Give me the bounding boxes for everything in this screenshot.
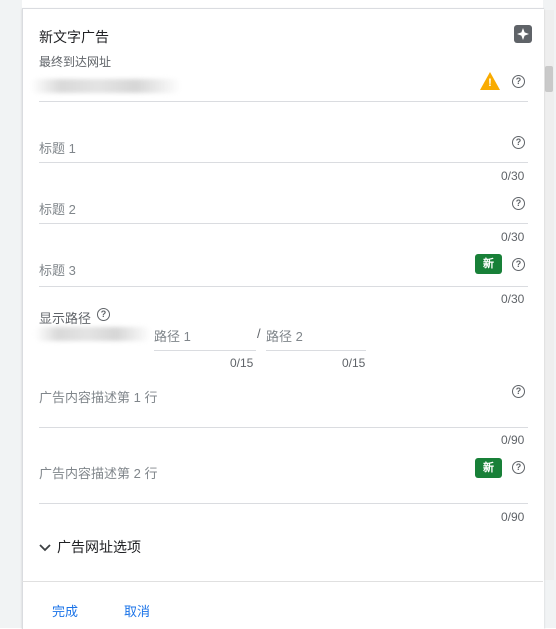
path1-input[interactable]: 路径 1 [154,326,191,345]
footer-divider [22,581,543,582]
path-separator: / [257,326,261,341]
path1-underline [154,350,256,351]
headline2-underline [39,223,528,224]
divider [39,101,528,102]
headline2-counter: 0/30 [501,230,525,244]
final-url-value-redacted[interactable] [31,79,181,93]
headline1-underline [39,162,528,163]
new-badge: 新 [475,458,502,478]
warning-icon: ! [479,71,501,91]
sparkle-icon[interactable] [514,25,532,43]
path2-input[interactable]: 路径 2 [266,326,303,345]
left-gutter [0,0,22,628]
path1-counter: 0/15 [230,356,254,370]
help-icon[interactable]: ? [512,461,525,474]
help-icon[interactable]: ? [97,308,110,321]
headline3-label[interactable]: 标题 3 [39,260,76,279]
scrollbar-thumb[interactable] [545,66,553,92]
done-button[interactable]: 完成 [52,601,78,620]
help-icon[interactable]: ? [512,197,525,210]
warning-glyph: ! [488,77,492,89]
cancel-button[interactable]: 取消 [124,601,150,620]
final-url-label: 最终到达网址 [39,55,112,69]
chevron-down-icon [39,544,51,552]
headline1-counter: 0/30 [501,169,525,183]
card-title: 新文字广告 [39,29,109,45]
help-icon[interactable]: ? [512,136,525,149]
url-options-expander[interactable]: 广告网址选项 [39,537,141,557]
display-domain-redacted [35,327,151,341]
headline2-label[interactable]: 标题 2 [39,199,76,218]
scrollbar-track[interactable] [544,10,554,580]
description1-underline [39,427,528,428]
text-ad-card: 新文字广告 最终到达网址 ! ? 标题 1 ? 0/30 标题 2 ? 0/30… [22,8,544,629]
help-icon[interactable]: ? [512,385,525,398]
description2-label[interactable]: 广告内容描述第 2 行 [39,463,157,482]
description1-label[interactable]: 广告内容描述第 1 行 [39,387,157,406]
description2-counter: 0/90 [501,510,525,524]
headline3-counter: 0/30 [501,292,525,306]
display-path-label: 显示路径 [39,311,92,326]
description2-underline [39,503,528,504]
description1-counter: 0/90 [501,433,525,447]
help-icon[interactable]: ? [512,258,525,271]
help-icon[interactable]: ? [512,75,525,88]
path2-counter: 0/15 [342,356,366,370]
headline3-underline [39,286,528,287]
new-badge: 新 [475,254,502,274]
path2-underline [266,350,366,351]
headline1-label[interactable]: 标题 1 [39,138,76,157]
url-options-label: 广告网址选项 [57,539,141,555]
